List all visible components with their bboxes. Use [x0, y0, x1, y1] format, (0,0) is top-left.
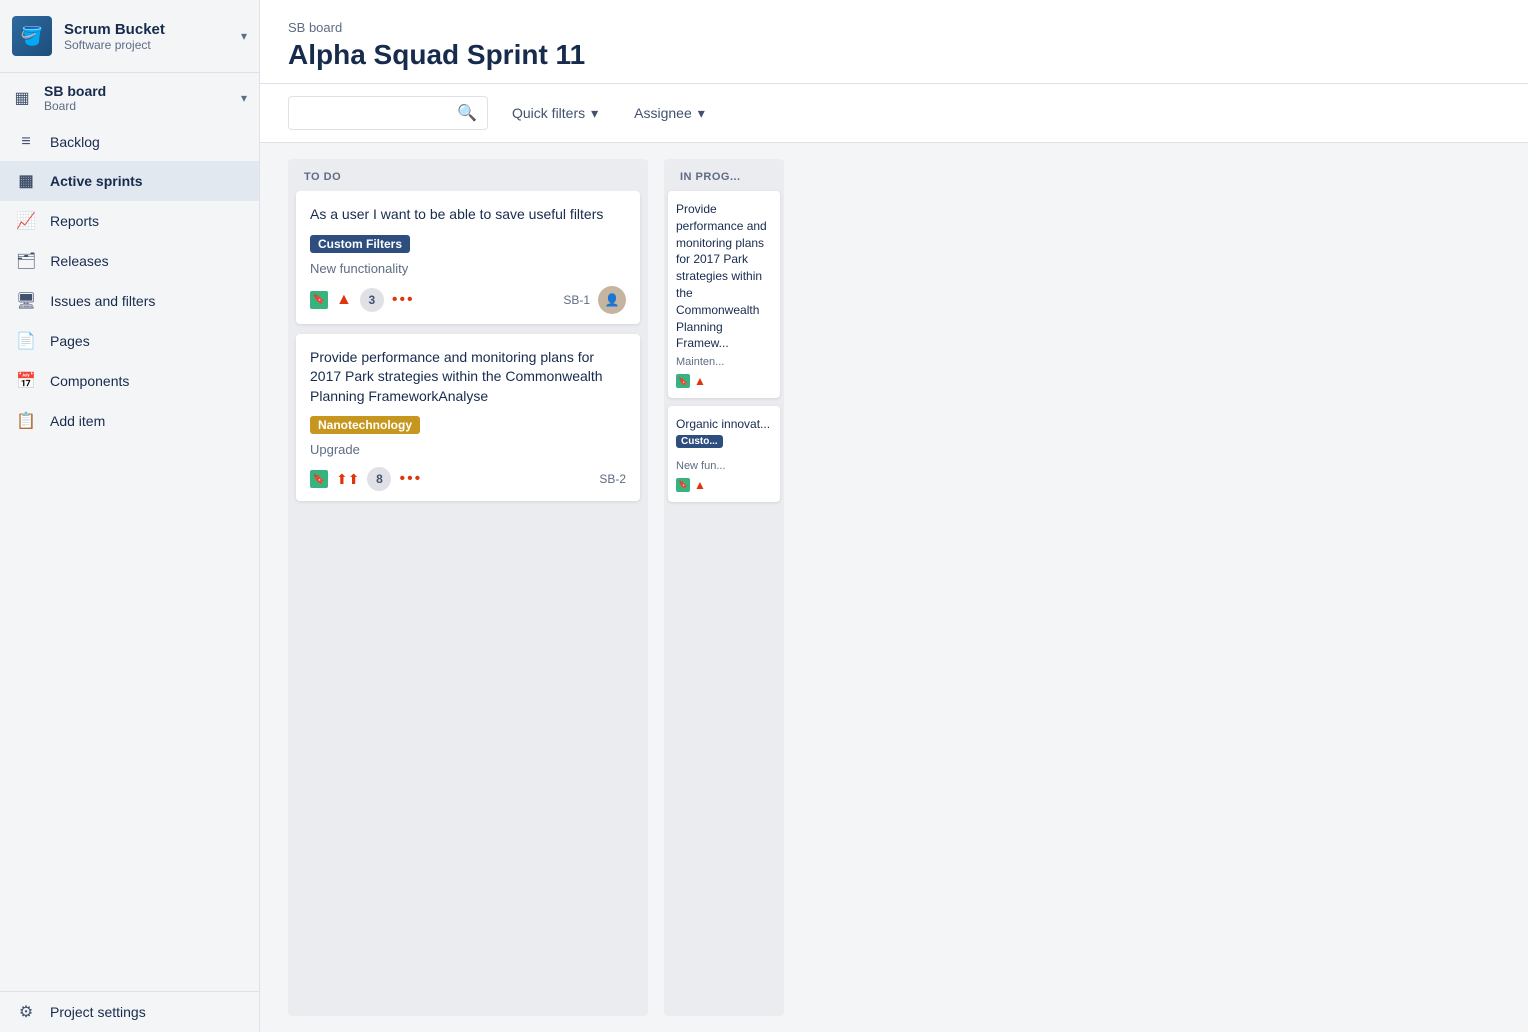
card-sb1-tag: Custom Filters	[310, 235, 410, 253]
sidebar-item-reports[interactable]: 📈 Reports	[0, 201, 259, 241]
sidebar-item-add-item[interactable]: 📋 Add item	[0, 401, 259, 441]
add-item-label: Add item	[50, 413, 105, 429]
sidebar: 🪣 Scrum Bucket Software project ▾ ▦ SB b…	[0, 0, 260, 1032]
sidebar-item-backlog[interactable]: ≡ Backlog	[0, 123, 259, 161]
project-info: Scrum Bucket Software project	[64, 21, 229, 52]
pages-icon: 📄	[16, 331, 36, 351]
sidebar-item-components[interactable]: 📅 Components	[0, 361, 259, 401]
project-dropdown-icon[interactable]: ▾	[241, 29, 247, 43]
active-sprints-label: Active sprints	[50, 173, 143, 189]
card-sb1-footer-right: SB-1 👤	[563, 286, 626, 314]
story-points-sb1: 3	[360, 288, 384, 312]
card-sb2-title: Provide performance and monitoring plans…	[310, 348, 626, 407]
settings-icon: ⚙	[16, 1002, 36, 1022]
card-sb2[interactable]: Provide performance and monitoring plans…	[296, 334, 640, 502]
partial-card-2-label: New fun...	[676, 460, 772, 472]
main-content: SB board Alpha Squad Sprint 11 🔍 Quick f…	[260, 0, 1528, 1032]
story-points-sb2: 8	[367, 467, 391, 491]
column-in-progress-header: IN PROG...	[664, 159, 784, 191]
add-item-icon: 📋	[16, 411, 36, 431]
reports-icon: 📈	[16, 211, 36, 231]
page-title: Alpha Squad Sprint 11	[288, 39, 1500, 71]
bookmark-icon-sb2: 🔖	[310, 470, 328, 488]
pages-label: Pages	[50, 333, 90, 349]
quick-filters-chevron-icon: ▾	[591, 105, 598, 122]
avatar-sb1: 👤	[598, 286, 626, 314]
backlog-icon: ≡	[16, 133, 36, 151]
card-sb1-footer: 🔖 ▲ 3 ••• SB-1 👤	[310, 286, 626, 314]
active-sprints-icon: ▦	[16, 171, 36, 191]
project-name: Scrum Bucket	[64, 21, 229, 38]
partial-card-2-icons: 🔖 ▲	[676, 478, 772, 492]
partial-card-2-title: Organic innovat...	[676, 416, 772, 433]
project-header[interactable]: 🪣 Scrum Bucket Software project ▾	[0, 0, 259, 72]
board-sub: Board	[44, 99, 229, 113]
toolbar: 🔍 Quick filters ▾ Assignee ▾	[260, 84, 1528, 143]
partial-card-1-title: Provide performance and monitoring plans…	[676, 201, 772, 352]
partial-card-1-icons: 🔖 ▲	[676, 374, 772, 388]
breadcrumb: SB board	[288, 20, 1500, 35]
dots-sb1: •••	[392, 291, 415, 309]
reports-label: Reports	[50, 213, 99, 229]
sidebar-item-pages[interactable]: 📄 Pages	[0, 321, 259, 361]
card-sb2-category: Upgrade	[310, 442, 626, 457]
partial-card-1[interactable]: Provide performance and monitoring plans…	[668, 191, 780, 398]
column-in-progress: IN PROG... Provide performance and monit…	[664, 159, 784, 1016]
sidebar-item-project-settings[interactable]: ⚙ Project settings	[0, 992, 259, 1032]
sidebar-item-releases[interactable]: 🗂 Releases	[0, 241, 259, 281]
priority-highest-icon: ▲	[336, 291, 352, 309]
sidebar-item-active-sprints[interactable]: ▦ Active sprints	[0, 161, 259, 201]
assignee-chevron-icon: ▾	[698, 105, 705, 122]
bookmark-icon-p2: 🔖	[676, 478, 690, 492]
bookmark-icon: 🔖	[310, 291, 328, 309]
priority-icon-p2: ▲	[694, 478, 706, 492]
bookmark-icon-p1: 🔖	[676, 374, 690, 388]
page-header: SB board Alpha Squad Sprint 11	[260, 0, 1528, 84]
priority-high-icon-sb2: ⬆⬆	[336, 471, 359, 488]
column-todo-cards: As a user I want to be able to save usef…	[288, 191, 648, 509]
project-type: Software project	[64, 38, 229, 52]
quick-filters-label: Quick filters	[512, 105, 585, 121]
board-name: SB board	[44, 83, 229, 99]
sidebar-footer: ⚙ Project settings	[0, 991, 259, 1032]
partial-card-2-tag: Custo...	[676, 435, 723, 448]
board-area: TO DO As a user I want to be able to sav…	[260, 143, 1528, 1032]
card-sb1[interactable]: As a user I want to be able to save usef…	[296, 191, 640, 324]
search-box[interactable]: 🔍	[288, 96, 488, 130]
board-label: SB board Board	[44, 83, 229, 113]
card-sb2-footer: 🔖 ⬆⬆ 8 ••• SB-2	[310, 467, 626, 491]
card-sb2-footer-right: SB-2	[599, 472, 626, 486]
quick-filters-button[interactable]: Quick filters ▾	[500, 99, 610, 128]
sidebar-board-item[interactable]: ▦ SB board Board ▾	[0, 72, 259, 123]
card-sb1-category: New functionality	[310, 261, 626, 276]
column-todo: TO DO As a user I want to be able to sav…	[288, 159, 648, 1016]
issues-icon: 🖥	[16, 291, 36, 311]
backlog-label: Backlog	[50, 134, 100, 150]
project-settings-label: Project settings	[50, 1004, 146, 1020]
issue-key-sb1: SB-1	[563, 293, 590, 307]
project-avatar: 🪣	[12, 16, 52, 56]
search-input[interactable]	[299, 105, 449, 121]
issue-key-sb2: SB-2	[599, 472, 626, 486]
dots-sb2: •••	[399, 470, 422, 488]
priority-icon-p1: ▲	[694, 374, 706, 388]
components-label: Components	[50, 373, 129, 389]
releases-label: Releases	[50, 253, 108, 269]
board-icon: ▦	[12, 88, 32, 108]
assignee-label: Assignee	[634, 105, 692, 121]
card-sb1-title: As a user I want to be able to save usef…	[310, 205, 626, 225]
search-icon: 🔍	[457, 103, 477, 123]
sidebar-item-issues-filters[interactable]: 🖥 Issues and filters	[0, 281, 259, 321]
assignee-button[interactable]: Assignee ▾	[622, 99, 717, 128]
partial-card-2[interactable]: Organic innovat... Custo... New fun... 🔖…	[668, 406, 780, 502]
board-dropdown-icon[interactable]: ▾	[241, 91, 247, 105]
column-todo-header: TO DO	[288, 159, 648, 191]
issues-label: Issues and filters	[50, 293, 155, 309]
partial-card-1-label: Mainten...	[676, 356, 772, 368]
components-icon: 📅	[16, 371, 36, 391]
card-sb2-tag: Nanotechnology	[310, 416, 420, 434]
releases-icon: 🗂	[16, 251, 36, 271]
